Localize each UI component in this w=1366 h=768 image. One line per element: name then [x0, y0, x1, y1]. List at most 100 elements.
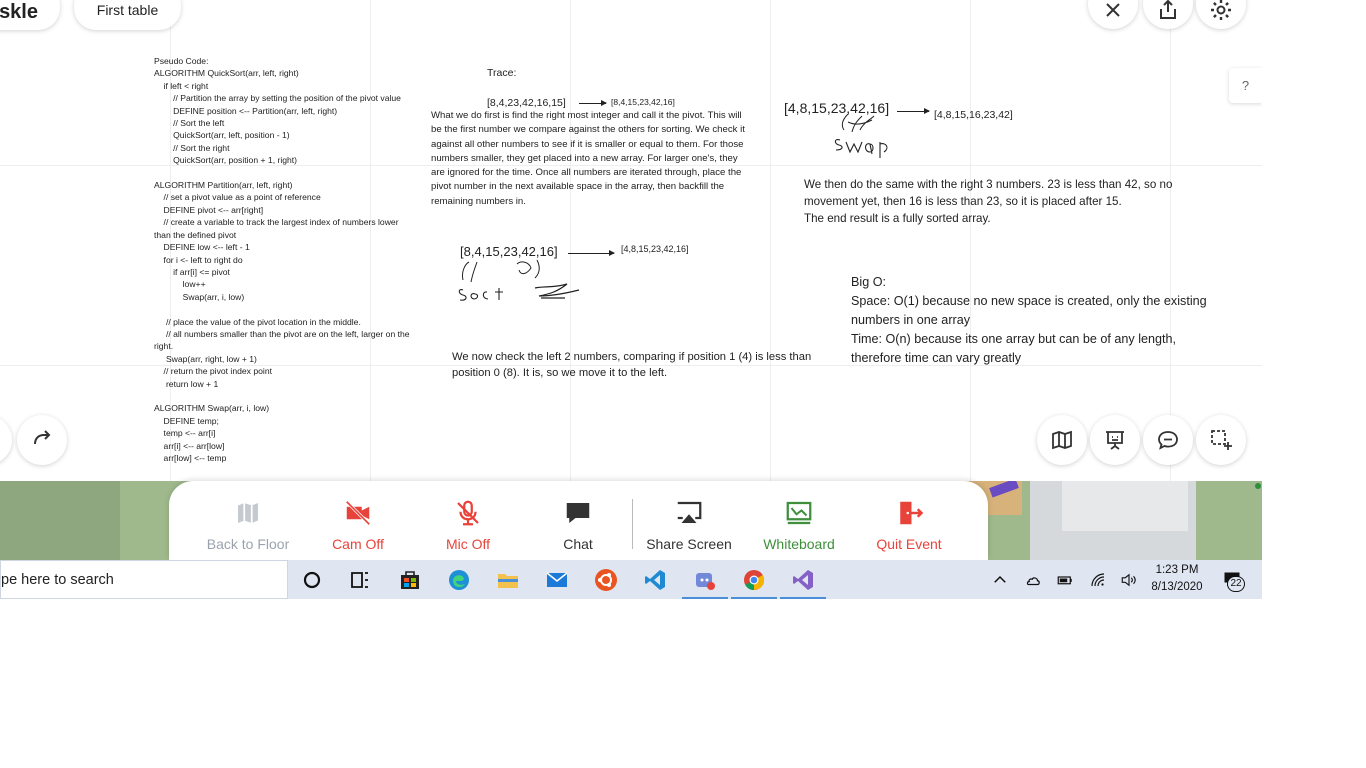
- cloud-icon: [1026, 577, 1040, 586]
- trace2-arrow: [568, 250, 615, 256]
- chrome-icon: [744, 570, 765, 591]
- undo-button[interactable]: [0, 415, 12, 465]
- whiteboard-icon: [786, 501, 812, 525]
- presentation-button[interactable]: [1090, 415, 1140, 465]
- bottom-toolbar: Back to Floor Cam Off Mic Off Chat Share…: [169, 481, 988, 560]
- screen: skle First table ? Pseudo Code: ALGORITH…: [0, 0, 1262, 599]
- trace2-scribble: [458, 259, 580, 301]
- whiteboard-button[interactable]: Whiteboard: [749, 481, 849, 560]
- redo-button[interactable]: [17, 415, 67, 465]
- trace2-output: [4,8,15,23,42,16]: [621, 244, 689, 254]
- volume-tray[interactable]: [1118, 569, 1140, 591]
- camera-off-icon: [345, 500, 371, 526]
- visual-studio-icon: [793, 570, 813, 590]
- wifi-tray[interactable]: [1087, 569, 1109, 591]
- map-icon: [238, 503, 258, 523]
- vscode-app[interactable]: [640, 565, 670, 595]
- close-icon: [1106, 3, 1120, 17]
- floor-tile: [1062, 481, 1188, 531]
- share-screen-button[interactable]: Share Screen: [639, 481, 739, 560]
- show-hidden-icons-button[interactable]: [989, 569, 1011, 591]
- ubuntu-icon: [595, 569, 617, 591]
- bigo-title: Big O:: [851, 275, 886, 289]
- wifi-icon: [1091, 573, 1105, 587]
- cortana-button[interactable]: [297, 565, 327, 595]
- notification-count-badge: 22: [1227, 576, 1245, 592]
- settings-button[interactable]: [1196, 0, 1246, 29]
- table-name-label: First table: [96, 2, 159, 18]
- battery-tray[interactable]: [1054, 569, 1076, 591]
- folder-icon: [498, 574, 518, 588]
- task-view-icon: [351, 572, 368, 588]
- chrome-app[interactable]: [731, 565, 777, 599]
- comment-icon: [1158, 431, 1178, 450]
- help-tab[interactable]: ?: [1229, 68, 1262, 103]
- quit-event-label: Quit Event: [876, 536, 942, 552]
- trace1-text: What we do first is find the right most …: [431, 110, 745, 207]
- cam-off-button[interactable]: Cam Off: [319, 481, 397, 560]
- mic-off-button[interactable]: Mic Off: [429, 481, 507, 560]
- chat-button[interactable]: Chat: [539, 481, 617, 560]
- bigo-space: Space: O(1) because no new space is crea…: [851, 294, 1207, 327]
- battery-icon: [1057, 576, 1072, 585]
- toolbar-divider: [632, 499, 633, 549]
- trace1-output: [8,4,15,23,42,16]: [611, 97, 675, 107]
- share-icon: [1160, 0, 1176, 19]
- trace3-output: [4,8,15,16,23,42]: [934, 109, 1013, 121]
- map-button[interactable]: [1037, 415, 1087, 465]
- discord-icon: [696, 573, 715, 590]
- trace-label: Trace:: [487, 67, 517, 79]
- chat-icon: [566, 503, 590, 523]
- floor-tile: [0, 481, 120, 560]
- table-name-button[interactable]: First table: [74, 0, 181, 30]
- store-icon: [401, 571, 419, 589]
- visual-studio-app[interactable]: [780, 565, 826, 599]
- store-app[interactable]: [395, 565, 425, 595]
- share-button[interactable]: [1143, 0, 1193, 29]
- edge-app[interactable]: [444, 565, 474, 595]
- add-area-button[interactable]: [1196, 415, 1246, 465]
- trace3-scribble: [834, 113, 888, 158]
- search-placeholder: pe here to search: [1, 571, 114, 588]
- chevron-up-icon: [994, 575, 1006, 583]
- onedrive-tray[interactable]: [1022, 569, 1044, 591]
- taskbar-search-box[interactable]: pe here to search: [0, 560, 288, 599]
- clock[interactable]: 1:23 PM 8/13/2020: [1146, 562, 1208, 596]
- mail-icon: [546, 572, 568, 587]
- vscode-icon: [645, 570, 665, 590]
- edge-icon: [449, 570, 469, 590]
- active-indicator: [780, 597, 826, 599]
- back-to-floor-button[interactable]: Back to Floor: [199, 481, 297, 560]
- file-explorer-app[interactable]: [493, 565, 523, 595]
- gear-icon: [1211, 0, 1231, 20]
- action-center-button[interactable]: 22: [1218, 569, 1246, 592]
- add-area-icon: [1211, 430, 1232, 450]
- discord-app[interactable]: [682, 565, 728, 599]
- mail-app[interactable]: [542, 565, 572, 595]
- close-button[interactable]: [1088, 0, 1138, 29]
- quit-event-button[interactable]: Quit Event: [864, 481, 954, 560]
- floor-tile: [1196, 481, 1262, 560]
- trace1-arrow: [579, 100, 607, 106]
- floor-marker: [1255, 483, 1261, 489]
- redo-icon: [34, 430, 51, 445]
- trace1-input: [8,4,23,42,16,15]: [487, 97, 566, 109]
- whiteboard-canvas[interactable]: skle First table ? Pseudo Code: ALGORITH…: [0, 0, 1262, 481]
- active-indicator: [682, 597, 728, 599]
- exit-door-icon: [900, 501, 924, 525]
- room-title-text: skle: [0, 0, 38, 23]
- presentation-icon: [1106, 431, 1124, 450]
- trace3-arrow: [897, 108, 930, 114]
- clock-date: 8/13/2020: [1151, 581, 1203, 593]
- trace2-input: [8,4,15,23,42,16]: [460, 244, 558, 259]
- mic-off-label: Mic Off: [445, 536, 491, 552]
- active-indicator: [731, 597, 777, 599]
- trace2-text: We now check the left 2 numbers, compari…: [452, 351, 812, 379]
- task-view-button[interactable]: [345, 565, 375, 595]
- room-title: skle: [0, 0, 60, 30]
- whiteboard-label: Whiteboard: [763, 536, 835, 552]
- trace3-text: We then do the same with the right 3 num…: [804, 178, 1173, 225]
- ubuntu-app[interactable]: [591, 565, 621, 595]
- comment-button[interactable]: [1143, 415, 1193, 465]
- map-icon: [1052, 430, 1072, 450]
